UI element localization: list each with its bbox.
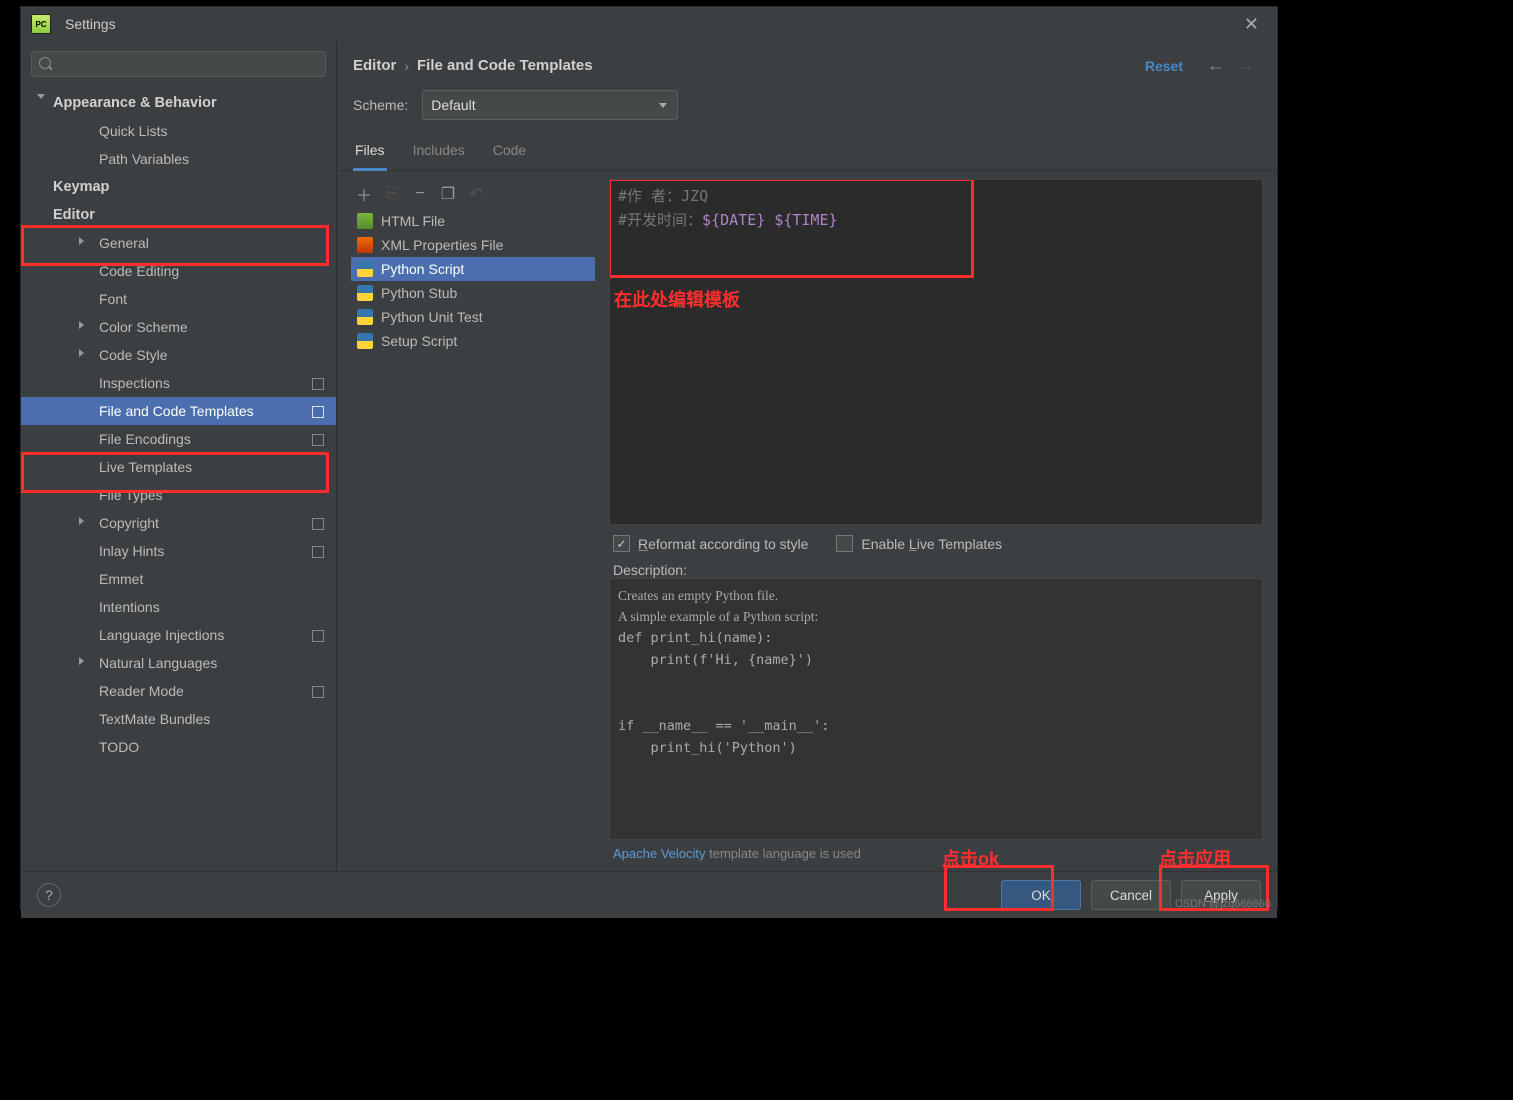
create-from-button: ⎘ — [383, 185, 401, 203]
remove-button[interactable]: − — [411, 185, 429, 203]
item-inspections[interactable]: Inspections — [21, 369, 336, 397]
breadcrumb: Editor › File and Code Templates Reset ←… — [337, 41, 1277, 86]
item-reader-mode[interactable]: Reader Mode — [21, 677, 336, 705]
close-button[interactable]: ✕ — [1236, 10, 1267, 39]
tab-includes[interactable]: Includes — [411, 134, 467, 170]
settings-tree[interactable]: Appearance & Behavior Quick Lists Path V… — [21, 83, 336, 871]
list-item-python-stub[interactable]: Python Stub — [351, 281, 595, 305]
item-font[interactable]: Font — [21, 285, 336, 313]
project-scope-icon — [312, 434, 324, 446]
template-toolbar: ＋ ⎘ − ❐ ↶ — [351, 179, 595, 209]
scheme-label: Scheme: — [353, 97, 408, 113]
help-button[interactable]: ? — [37, 883, 61, 907]
crumb-editor[interactable]: Editor — [353, 57, 396, 74]
item-general[interactable]: General — [21, 229, 336, 257]
ok-button[interactable]: OK — [1001, 880, 1081, 910]
list-item-setup[interactable]: Setup Script — [351, 329, 595, 353]
list-item-python-unit[interactable]: Python Unit Test — [351, 305, 595, 329]
options-row: ✓ Reformat according to style Enable Liv… — [609, 525, 1263, 562]
sidebar: Appearance & Behavior Quick Lists Path V… — [21, 41, 337, 871]
cat-editor[interactable]: Editor — [21, 201, 336, 229]
watermark: CSDN @jzq666666 — [1175, 898, 1271, 910]
item-textmate[interactable]: TextMate Bundles — [21, 705, 336, 733]
velocity-note: Apache Velocity template language is use… — [609, 840, 1263, 867]
cat-keymap[interactable]: Keymap — [21, 173, 336, 201]
cancel-button[interactable]: Cancel — [1091, 880, 1171, 910]
enable-live-checkbox[interactable]: Enable Live Templates — [836, 535, 1002, 552]
titlebar: PC Settings ✕ — [21, 7, 1277, 41]
project-scope-icon — [312, 546, 324, 558]
description-label: Description: — [609, 562, 1263, 578]
chevron-down-icon — [37, 94, 45, 99]
nav-forward-icon: → — [1237, 55, 1255, 76]
project-scope-icon — [312, 630, 324, 642]
chevron-right-icon — [79, 349, 84, 357]
checkbox-icon: ✓ — [613, 535, 630, 552]
item-file-encodings[interactable]: File Encodings — [21, 425, 336, 453]
template-list-pane: ＋ ⎘ − ❐ ↶ HTML File XML Properties File … — [351, 179, 595, 867]
item-file-types[interactable]: File Types — [21, 481, 336, 509]
python-icon — [357, 333, 373, 349]
scheme-combo[interactable]: Default — [422, 90, 678, 120]
pycharm-icon: PC — [31, 14, 51, 34]
reformat-checkbox[interactable]: ✓ Reformat according to style — [613, 535, 808, 552]
item-copyright[interactable]: Copyright — [21, 509, 336, 537]
python-icon — [357, 309, 373, 325]
item-path-variables[interactable]: Path Variables — [21, 145, 336, 173]
item-emmet[interactable]: Emmet — [21, 565, 336, 593]
nav-back-icon[interactable]: ← — [1207, 55, 1225, 76]
revert-button: ↶ — [467, 185, 485, 203]
html-icon — [357, 213, 373, 229]
template-editor[interactable]: #作 者：JZQ #开发时间：${DATE} ${TIME} 在此处编辑模板 — [609, 179, 1263, 525]
scheme-row: Scheme: Default — [337, 86, 1277, 134]
search-input[interactable] — [31, 51, 326, 77]
item-quick-lists[interactable]: Quick Lists — [21, 117, 336, 145]
search-wrap — [21, 41, 336, 83]
item-code-editing[interactable]: Code Editing — [21, 257, 336, 285]
template-edit-pane: #作 者：JZQ #开发时间：${DATE} ${TIME} 在此处编辑模板 ✓… — [609, 179, 1263, 867]
velocity-link[interactable]: Apache Velocity — [613, 846, 706, 861]
description-box[interactable]: Creates an empty Python file. A simple e… — [609, 578, 1263, 840]
python-icon — [357, 261, 373, 277]
item-lang-injections[interactable]: Language Injections — [21, 621, 336, 649]
project-scope-icon — [312, 518, 324, 530]
chevron-right-icon — [79, 657, 84, 665]
project-scope-icon — [312, 406, 324, 418]
item-natural-lang[interactable]: Natural Languages — [21, 649, 336, 677]
window-title: Settings — [65, 16, 116, 32]
item-inlay-hints[interactable]: Inlay Hints — [21, 537, 336, 565]
crumb-current: File and Code Templates — [417, 57, 593, 74]
project-scope-icon — [312, 686, 324, 698]
tab-files[interactable]: Files — [353, 134, 387, 171]
item-intentions[interactable]: Intentions — [21, 593, 336, 621]
item-color-scheme[interactable]: Color Scheme — [21, 313, 336, 341]
copy-button[interactable]: ❐ — [439, 185, 457, 203]
list-item-xml[interactable]: XML Properties File — [351, 233, 595, 257]
add-button[interactable]: ＋ — [355, 185, 373, 203]
project-scope-icon — [312, 378, 324, 390]
annotation-edit-here: 在此处编辑模板 — [614, 288, 740, 312]
dialog-footer: ? OK Cancel Apply — [21, 871, 1277, 918]
tab-code[interactable]: Code — [491, 134, 528, 170]
main-panel: Editor › File and Code Templates Reset ←… — [337, 41, 1277, 871]
checkbox-icon — [836, 535, 853, 552]
list-item-html[interactable]: HTML File — [351, 209, 595, 233]
cat-appearance[interactable]: Appearance & Behavior — [21, 89, 336, 117]
reset-link[interactable]: Reset — [1145, 58, 1183, 74]
template-tabs: Files Includes Code — [337, 134, 1277, 171]
xml-icon — [357, 237, 373, 253]
chevron-right-icon — [79, 321, 84, 329]
template-list[interactable]: HTML File XML Properties File Python Scr… — [351, 209, 595, 867]
chevron-right-icon — [79, 517, 84, 525]
item-live-templates[interactable]: Live Templates — [21, 453, 336, 481]
item-file-code-templates[interactable]: File and Code Templates — [21, 397, 336, 425]
crumb-sep: › — [404, 58, 409, 74]
item-todo[interactable]: TODO — [21, 733, 336, 761]
settings-dialog: PC Settings ✕ Appearance & Behavior Quic… — [20, 6, 1278, 910]
list-item-python-script[interactable]: Python Script — [351, 257, 595, 281]
python-icon — [357, 285, 373, 301]
chevron-right-icon — [79, 237, 84, 245]
item-code-style[interactable]: Code Style — [21, 341, 336, 369]
